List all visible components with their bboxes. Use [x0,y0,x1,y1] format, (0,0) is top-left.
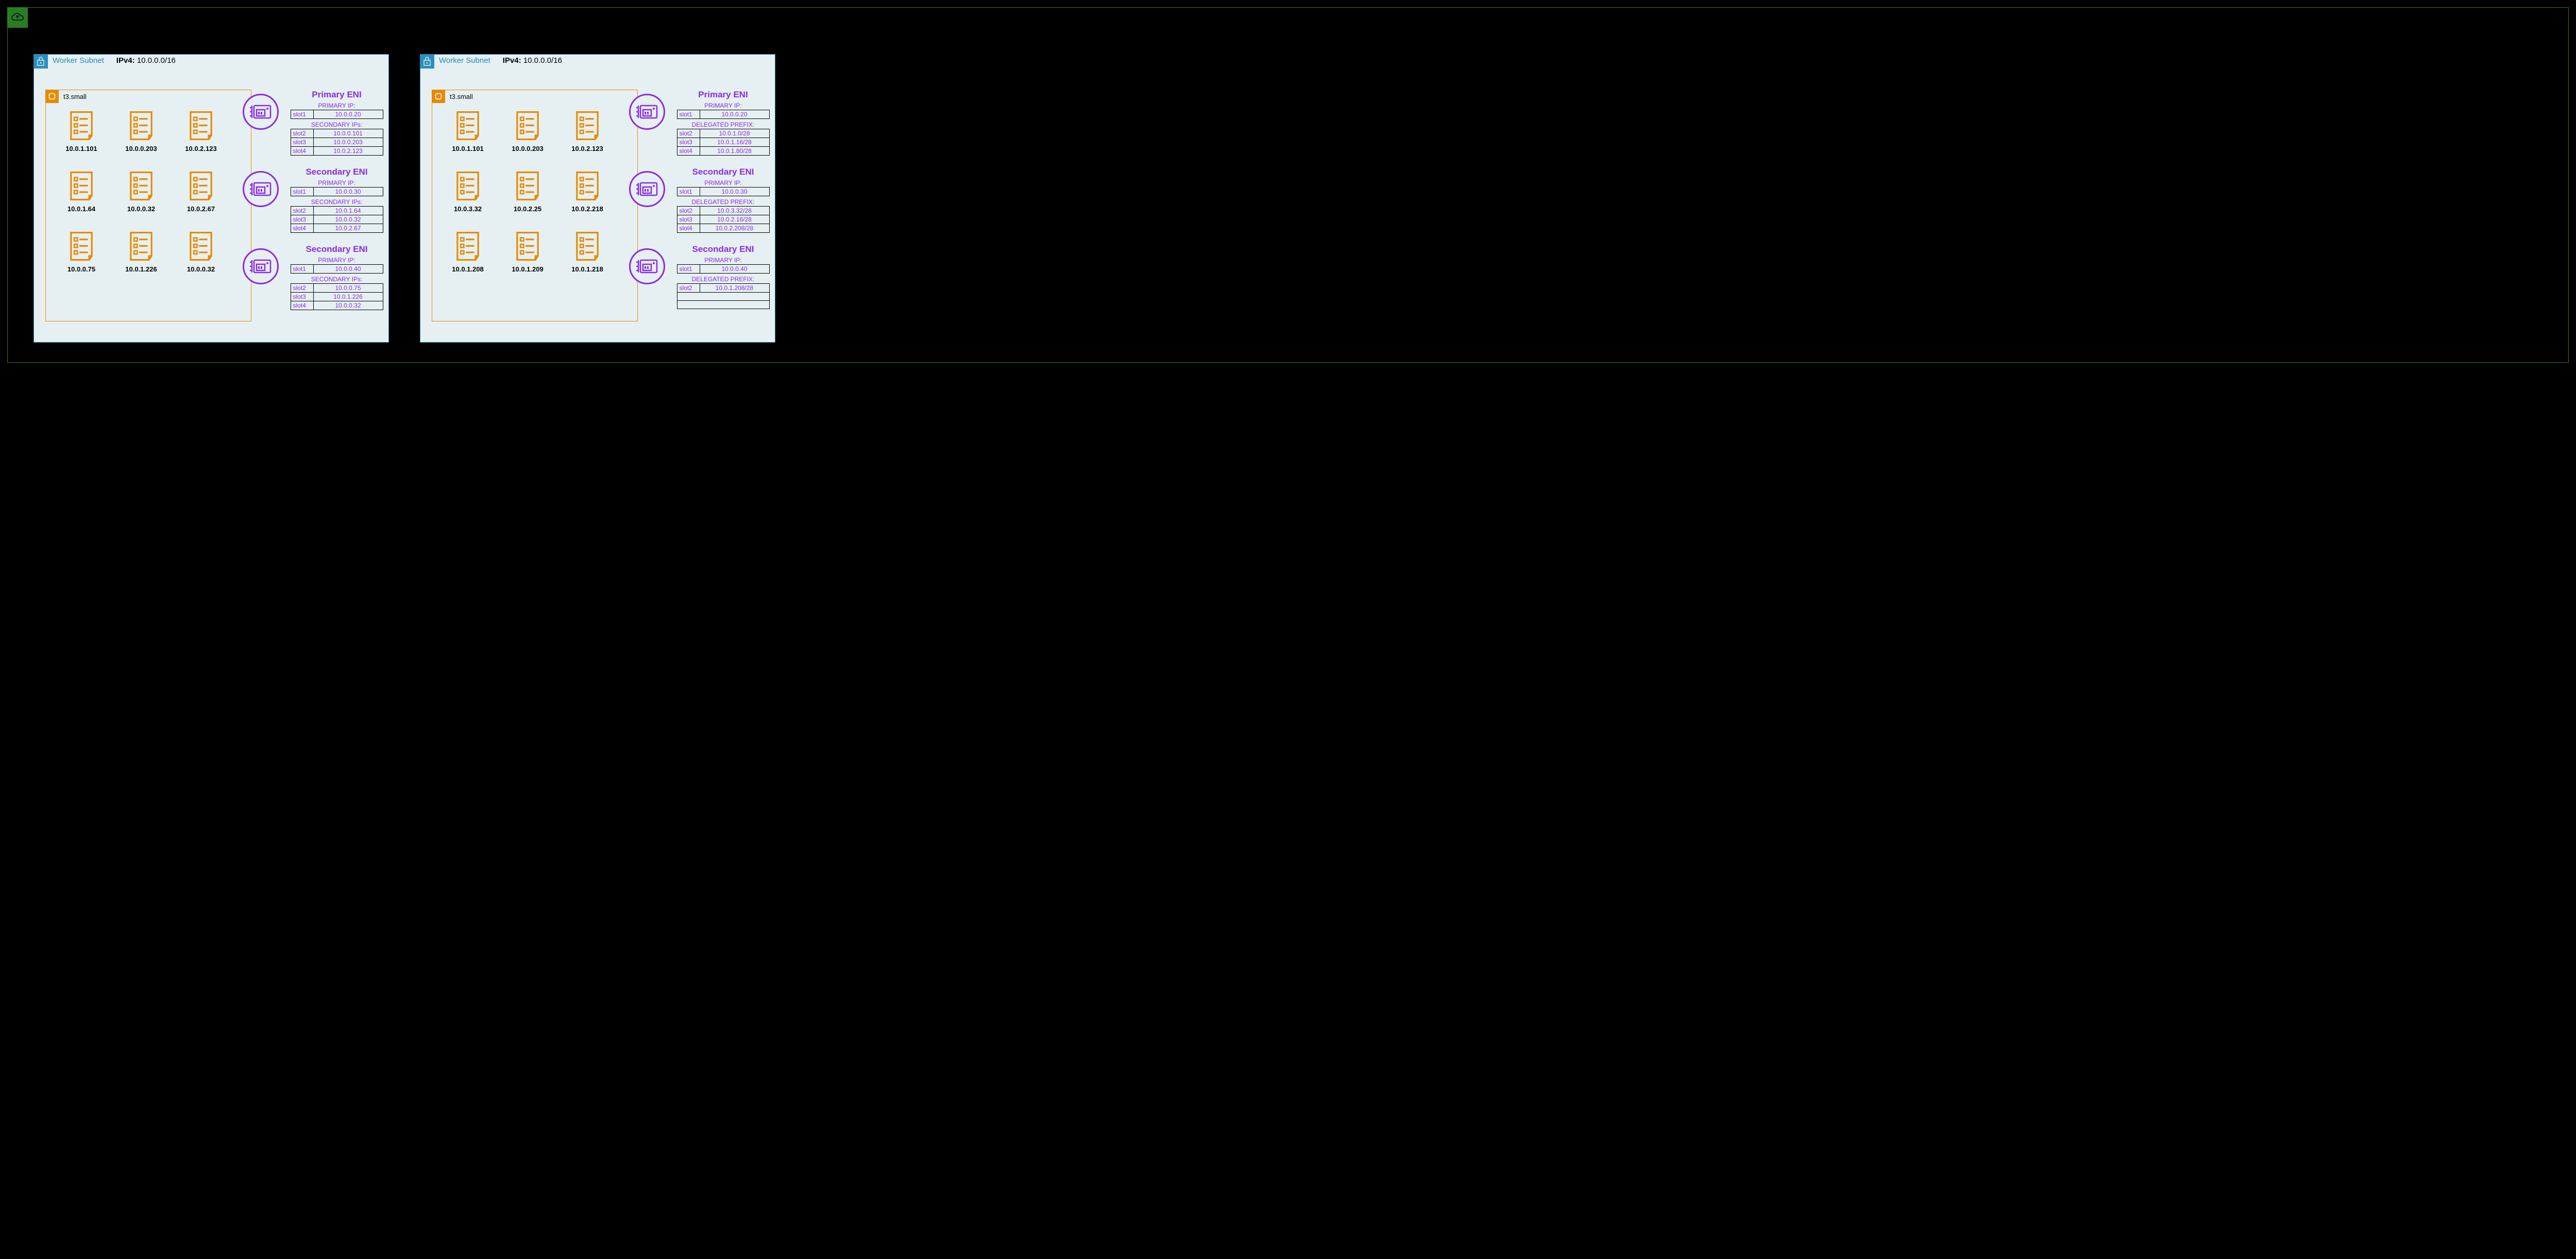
secondary-ip-table: slot210.0.1.64slot310.0.0.32slot410.0.2.… [291,206,383,233]
subnets-row: Worker Subnet IPv4: 10.0.0.0/16 t3.small… [33,54,2558,343]
pod-ip: 10.0.2.25 [514,205,541,213]
primary-ip-table: slot110.0.0.40 [677,264,770,274]
secondary-label: DELEGATED PREFIX: [670,121,776,128]
eni-block: Secondary ENI PRIMARY IP:slot110.0.0.40 DE… [629,244,776,309]
eni-title: Secondary ENI [670,167,776,177]
subnet-ipv4: IPv4: 10.0.0.0/16 [116,56,176,65]
pod-ip: 10.0.1.209 [512,265,543,273]
primary-ip-table: slot110.0.0.30 [291,187,383,196]
primary-ip-table: slot110.0.0.20 [677,110,770,119]
pod: 10.0.0.32 [178,231,224,273]
pod-ip: 10.0.2.67 [187,205,215,213]
pod-grid: 10.0.1.101 10.0.0.203 10.0.2.123 10.0.3.32 1… [445,111,611,273]
pod: 10.0.1.218 [564,231,611,273]
pod-ip: 10.0.0.32 [187,265,215,273]
primary-ip-label: PRIMARY IP: [670,257,776,264]
pod: 10.0.0.203 [504,111,551,152]
pod: 10.0.1.101 [58,111,105,152]
eni-title: Primary ENI [284,90,389,100]
primary-ip-table: slot110.0.0.20 [291,110,383,119]
subnet-ipv4: IPv4: 10.0.0.0/16 [503,56,562,65]
eni-column: Primary ENIPRIMARY IP:slot110.0.0.20SECO… [243,90,389,321]
primary-ip-table: slot110.0.0.30 [677,187,770,196]
pod-ip: 10.0.2.123 [185,145,216,152]
nic-icon [629,94,665,130]
secondary-ip-table: slot210.0.0.101slot310.0.0.203slot410.0.… [291,129,383,156]
eni-block: Secondary ENI PRIMARY IP:slot110.0.0.30 DE… [629,167,776,233]
secondary-label: SECONDARY IPs: [284,276,389,283]
pod: 10.0.1.226 [118,231,164,273]
instance-type-label: t3.small [63,93,87,100]
nic-icon [243,171,279,207]
pod: 10.0.0.32 [118,171,164,213]
pod: 10.0.1.101 [445,111,491,152]
pod-ip: 10.0.1.101 [452,145,483,152]
pod-ip: 10.0.0.203 [512,145,543,152]
instance-box: t3.small 10.0.1.10110.0.0.20310.0.2.1231… [432,90,638,321]
instance-box: t3.small 10.0.1.10110.0.0.20310.0.2.1231… [45,90,251,321]
secondary-label: DELEGATED PREFIX: [670,276,776,283]
pod: 10.0.2.218 [564,171,611,213]
pod: 10.0.2.67 [178,171,224,213]
pod-ip: 10.0.2.123 [571,145,603,152]
pod: 10.0.0.203 [118,111,164,152]
secondary-label: SECONDARY IPs: [284,198,389,206]
pod-ip: 10.0.0.32 [127,205,155,213]
pod-ip: 10.0.1.208 [452,265,483,273]
subnet-panel: Worker Subnet IPv4: 10.0.0.0/16 t3.small… [33,54,389,343]
secondary-ip-table: slot210.0.0.75slot310.0.1.226slot410.0.0… [291,283,383,310]
eni-block: Secondary ENI PRIMARY IP:slot110.0.0.30 SE… [243,167,389,233]
primary-ip-label: PRIMARY IP: [284,257,389,264]
nic-icon [629,248,665,284]
pod-ip: 10.0.2.218 [571,205,603,213]
pod: 10.0.2.123 [178,111,224,152]
pod: 10.0.1.208 [445,231,491,273]
pod: 10.0.2.25 [504,171,551,213]
secondary-ip-table: slot210.0.1.0/28slot310.0.1.16/28slot410… [677,129,770,156]
eni-title: Primary ENI [670,90,776,100]
pod-ip: 10.0.1.218 [571,265,603,273]
pod: 10.0.3.32 [445,171,491,213]
pod-ip: 10.0.3.32 [454,205,482,213]
pod-ip: 10.0.0.203 [125,145,157,152]
primary-ip-label: PRIMARY IP: [670,102,776,109]
pod-ip: 10.0.1.101 [65,145,97,152]
nic-icon [243,248,279,284]
subnet-lock-icon [420,54,434,69]
pod-ip: 10.0.0.75 [67,265,95,273]
eni-column: Primary ENIPRIMARY IP:slot110.0.0.20DELE… [629,90,776,320]
eni-title: Secondary ENI [284,167,389,177]
secondary-label: DELEGATED PREFIX: [670,198,776,206]
eni-block: Secondary ENI PRIMARY IP:slot110.0.0.40 SE… [243,244,389,310]
eni-title: Secondary ENI [670,244,776,254]
primary-ip-label: PRIMARY IP: [670,179,776,186]
pod: 10.0.1.64 [58,171,105,213]
pod: 10.0.1.209 [504,231,551,273]
pod: 10.0.2.123 [564,111,611,152]
primary-ip-table: slot110.0.0.40 [291,264,383,274]
secondary-ip-table: slot210.0.1.208/28 [677,283,770,309]
primary-ip-label: PRIMARY IP: [284,179,389,186]
primary-ip-label: PRIMARY IP: [284,102,389,109]
subnet-panel: Worker Subnet IPv4: 10.0.0.0/16 t3.small… [420,54,775,343]
subnet-title: Worker Subnet [439,56,490,65]
eni-block: Primary ENI PRIMARY IP:slot110.0.0.20 DELE… [629,90,776,156]
chip-icon [45,90,59,103]
pod-grid: 10.0.1.101 10.0.0.203 10.0.2.123 10.0.1.64 1… [58,111,224,273]
chip-icon [432,90,445,103]
pod-ip: 10.0.1.226 [125,265,157,273]
cloud-icon [7,7,28,28]
secondary-ip-table: slot210.0.3.32/28slot310.0.2.16/28slot41… [677,206,770,233]
eni-block: Primary ENI PRIMARY IP:slot110.0.0.20 SECO… [243,90,389,156]
subnet-title: Worker Subnet [53,56,104,65]
pod-ip: 10.0.1.64 [67,205,95,213]
pod: 10.0.0.75 [58,231,105,273]
secondary-label: SECONDARY IPs: [284,121,389,128]
eni-title: Secondary ENI [284,244,389,254]
instance-type-label: t3.small [450,93,473,100]
subnet-lock-icon [33,54,48,69]
nic-icon [629,171,665,207]
cloud-boundary: Worker Subnet IPv4: 10.0.0.0/16 t3.small… [7,7,2569,363]
nic-icon [243,94,279,130]
